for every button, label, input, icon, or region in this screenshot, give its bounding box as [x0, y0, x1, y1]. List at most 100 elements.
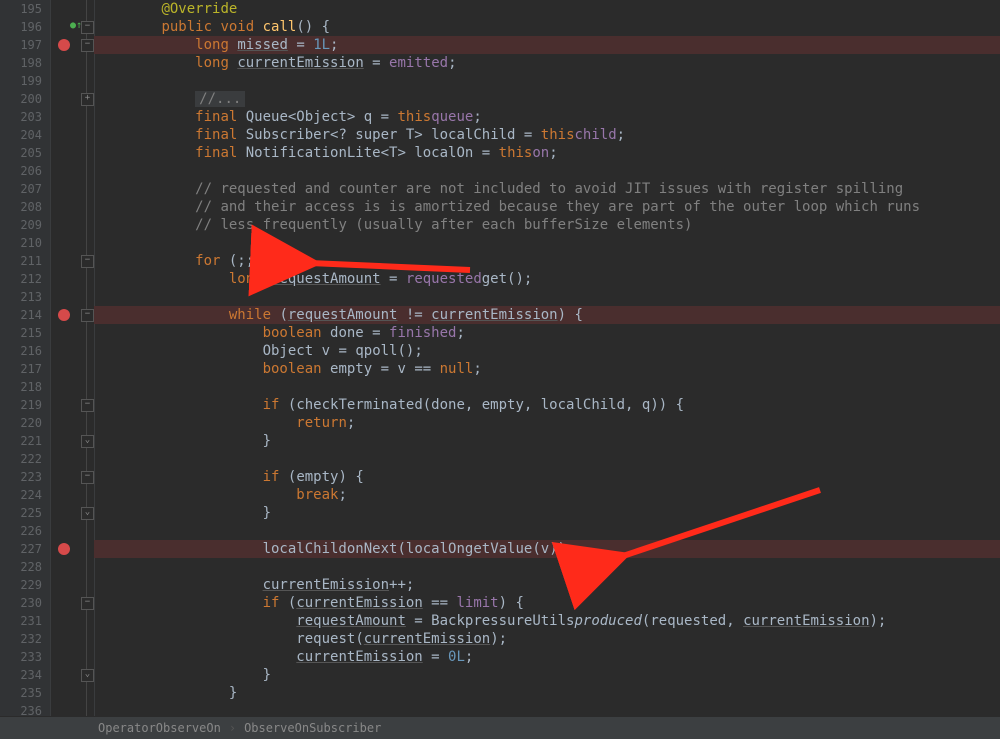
- code-line[interactable]: }: [94, 666, 1000, 684]
- line-number[interactable]: 209: [0, 216, 50, 234]
- code-area[interactable]: @Override public void call() { long miss…: [94, 0, 1000, 720]
- line-number[interactable]: 232: [0, 630, 50, 648]
- line-number[interactable]: 196: [0, 18, 50, 36]
- line-number[interactable]: 216: [0, 342, 50, 360]
- breakpoint-icon[interactable]: [58, 543, 70, 555]
- code-line[interactable]: // requested and counter are not include…: [94, 180, 1000, 198]
- code-line[interactable]: return;: [94, 414, 1000, 432]
- fold-close-icon[interactable]: ⌄: [81, 507, 94, 520]
- line-number[interactable]: 208: [0, 198, 50, 216]
- code-line[interactable]: [94, 162, 1000, 180]
- fold-toggle-icon[interactable]: −: [81, 309, 94, 322]
- line-number[interactable]: 234: [0, 666, 50, 684]
- gutter: 195 196 197 198 199 200 203 204 205 206 …: [0, 0, 51, 739]
- code-line[interactable]: [94, 450, 1000, 468]
- line-number[interactable]: 230: [0, 594, 50, 612]
- line-number[interactable]: 227: [0, 540, 50, 558]
- code-line[interactable]: final Queue<Object> q = thisqueue;: [94, 108, 1000, 126]
- line-number[interactable]: 206: [0, 162, 50, 180]
- line-number[interactable]: 205: [0, 144, 50, 162]
- line-number[interactable]: 195: [0, 0, 50, 18]
- line-number[interactable]: 217: [0, 360, 50, 378]
- fold-column: − − + − − − ⌄ − ⌄ − ⌄: [80, 0, 95, 739]
- line-number[interactable]: 219: [0, 396, 50, 414]
- code-line[interactable]: [94, 378, 1000, 396]
- code-line[interactable]: }: [94, 432, 1000, 450]
- fold-toggle-icon[interactable]: −: [81, 255, 94, 268]
- fold-toggle-icon[interactable]: −: [81, 471, 94, 484]
- code-line[interactable]: long requestAmount = requestedget();: [94, 270, 1000, 288]
- fold-close-icon[interactable]: ⌄: [81, 669, 94, 682]
- code-line[interactable]: for (;;) {: [94, 252, 1000, 270]
- line-number[interactable]: 223: [0, 468, 50, 486]
- code-line[interactable]: long missed = 1L;: [94, 36, 1000, 54]
- code-line[interactable]: [94, 522, 1000, 540]
- fold-toggle-icon[interactable]: +: [81, 93, 94, 106]
- code-line[interactable]: while (requestAmount != currentEmission)…: [94, 306, 1000, 324]
- line-number[interactable]: 220: [0, 414, 50, 432]
- fold-toggle-icon[interactable]: −: [81, 39, 94, 52]
- code-line[interactable]: currentEmission = 0L;: [94, 648, 1000, 666]
- line-number[interactable]: 207: [0, 180, 50, 198]
- code-line[interactable]: [94, 72, 1000, 90]
- line-number[interactable]: 218: [0, 378, 50, 396]
- breakpoint-icon[interactable]: [58, 309, 70, 321]
- code-line[interactable]: if (currentEmission == limit) {: [94, 594, 1000, 612]
- code-line[interactable]: final Subscriber<? super T> localChild =…: [94, 126, 1000, 144]
- line-number[interactable]: 210: [0, 234, 50, 252]
- line-number[interactable]: 211: [0, 252, 50, 270]
- fold-toggle-icon[interactable]: −: [81, 597, 94, 610]
- code-editor: { "gutter": { "line_numbers": ["195","19…: [0, 0, 1000, 739]
- breadcrumb-item[interactable]: OperatorObserveOn: [90, 721, 229, 735]
- code-line[interactable]: // and their access is is amortized beca…: [94, 198, 1000, 216]
- code-line[interactable]: }: [94, 504, 1000, 522]
- breakpoint-icon[interactable]: [58, 39, 70, 51]
- line-number[interactable]: 199: [0, 72, 50, 90]
- code-line[interactable]: break;: [94, 486, 1000, 504]
- code-line[interactable]: final NotificationLite<T> localOn = this…: [94, 144, 1000, 162]
- code-line[interactable]: requestAmount = BackpressureUtilsproduce…: [94, 612, 1000, 630]
- line-number[interactable]: 221: [0, 432, 50, 450]
- code-line[interactable]: // less frequently (usually after each b…: [94, 216, 1000, 234]
- line-number[interactable]: 197: [0, 36, 50, 54]
- line-number[interactable]: 215: [0, 324, 50, 342]
- breadcrumb: OperatorObserveOn›ObserveOnSubscriber: [0, 716, 1000, 739]
- code-line[interactable]: boolean empty = v == null;: [94, 360, 1000, 378]
- line-number[interactable]: 225: [0, 504, 50, 522]
- code-line[interactable]: boolean done = finished;: [94, 324, 1000, 342]
- line-number[interactable]: 231: [0, 612, 50, 630]
- line-number[interactable]: 198: [0, 54, 50, 72]
- line-number[interactable]: 213: [0, 288, 50, 306]
- marker-strip[interactable]: ●↑: [50, 0, 80, 739]
- code-line[interactable]: @Override: [94, 0, 1000, 18]
- code-line[interactable]: }: [94, 684, 1000, 702]
- code-line[interactable]: Object v = qpoll();: [94, 342, 1000, 360]
- line-number[interactable]: 233: [0, 648, 50, 666]
- line-number[interactable]: 203: [0, 108, 50, 126]
- line-number[interactable]: 214: [0, 306, 50, 324]
- code-line[interactable]: //...: [94, 90, 1000, 108]
- fold-toggle-icon[interactable]: −: [81, 399, 94, 412]
- fold-close-icon[interactable]: ⌄: [81, 435, 94, 448]
- line-number[interactable]: 222: [0, 450, 50, 468]
- code-line[interactable]: long currentEmission = emitted;: [94, 54, 1000, 72]
- code-line[interactable]: [94, 558, 1000, 576]
- line-number[interactable]: 224: [0, 486, 50, 504]
- line-number[interactable]: 226: [0, 522, 50, 540]
- line-number[interactable]: 229: [0, 576, 50, 594]
- code-line[interactable]: [94, 288, 1000, 306]
- code-line[interactable]: request(currentEmission);: [94, 630, 1000, 648]
- code-line[interactable]: if (checkTerminated(done, empty, localCh…: [94, 396, 1000, 414]
- line-number[interactable]: 200: [0, 90, 50, 108]
- line-number[interactable]: 204: [0, 126, 50, 144]
- fold-toggle-icon[interactable]: −: [81, 21, 94, 34]
- line-number[interactable]: 212: [0, 270, 50, 288]
- line-number[interactable]: 228: [0, 558, 50, 576]
- code-line[interactable]: localChildonNext(localOngetValue(v));: [94, 540, 1000, 558]
- code-line[interactable]: if (empty) {: [94, 468, 1000, 486]
- breadcrumb-item[interactable]: ObserveOnSubscriber: [236, 721, 389, 735]
- code-line[interactable]: [94, 234, 1000, 252]
- code-line[interactable]: public void call() {: [94, 18, 1000, 36]
- code-line[interactable]: currentEmission++;: [94, 576, 1000, 594]
- line-number[interactable]: 235: [0, 684, 50, 702]
